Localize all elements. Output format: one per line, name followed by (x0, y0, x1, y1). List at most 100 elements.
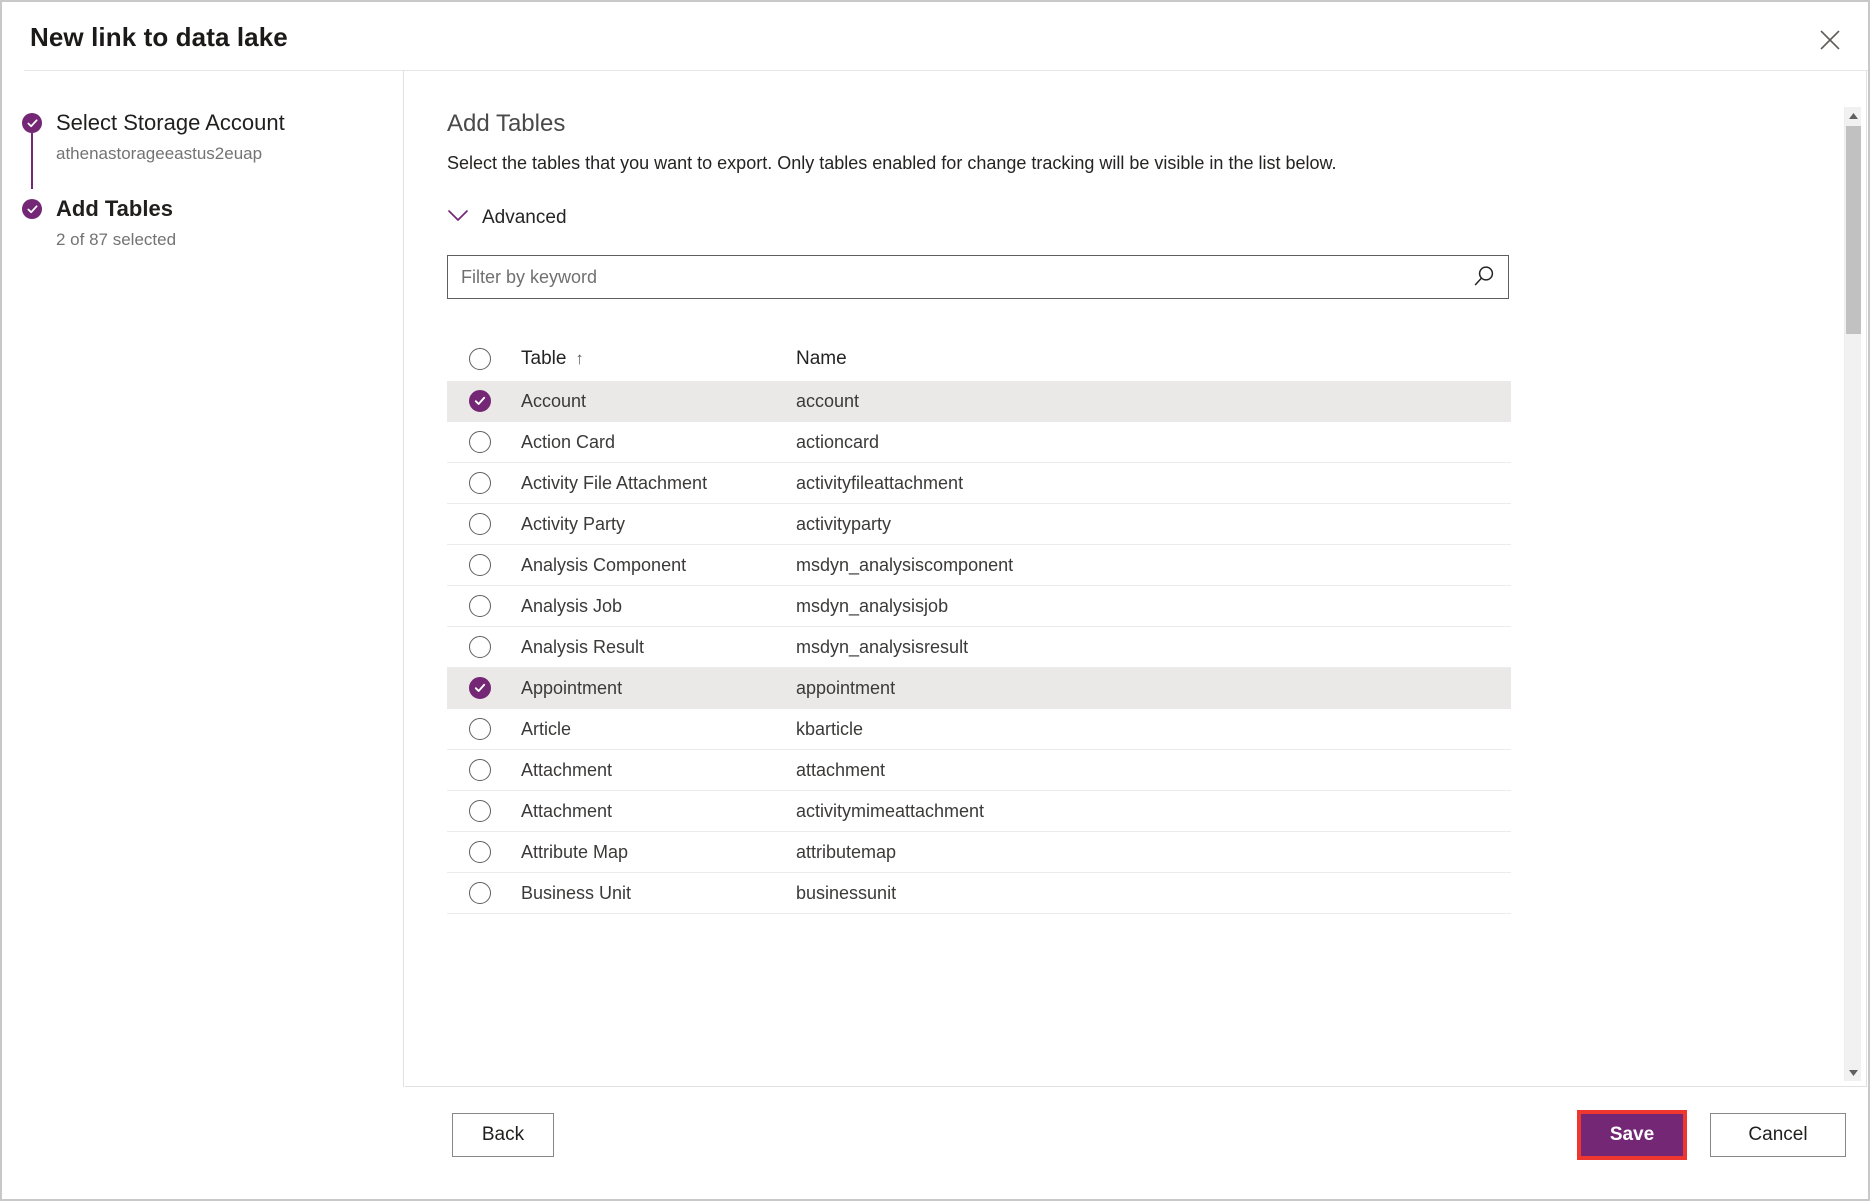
row-table-label: Attachment (521, 760, 796, 781)
table-row[interactable]: Accountaccount (447, 381, 1511, 422)
check-circle-icon (22, 113, 42, 133)
select-all-checkbox-cell (469, 348, 521, 370)
save-button[interactable]: Save (1580, 1113, 1684, 1157)
step-subtitle: 2 of 87 selected (56, 229, 403, 251)
row-name-label: msdyn_analysisjob (796, 596, 1511, 617)
row-name-label: msdyn_analysisresult (796, 637, 1511, 658)
table-row[interactable]: Activity File Attachmentactivityfileatta… (447, 463, 1511, 504)
row-name-label: appointment (796, 678, 1511, 699)
table-row[interactable]: Appointmentappointment (447, 668, 1511, 709)
row-table-label: Appointment (521, 678, 796, 699)
row-table-label: Analysis Result (521, 637, 796, 658)
row-checkbox-cell (469, 595, 521, 617)
table-row[interactable]: Articlekbarticle (447, 709, 1511, 750)
main-panel: Add Tables Select the tables that you wa… (405, 71, 1868, 1087)
row-checkbox[interactable] (469, 472, 491, 494)
row-name-label: actioncard (796, 432, 1511, 453)
table-rows-container: AccountaccountAction CardactioncardActiv… (447, 381, 1511, 914)
search-box (447, 255, 1509, 299)
search-input[interactable] (447, 255, 1509, 299)
row-checkbox-cell (469, 390, 521, 412)
column-header-table[interactable]: Table ↑ (521, 348, 796, 370)
row-checkbox[interactable] (469, 554, 491, 576)
row-name-label: businessunit (796, 883, 1511, 904)
table-row[interactable]: Analysis Componentmsdyn_analysiscomponen… (447, 545, 1511, 586)
row-checkbox[interactable] (469, 841, 491, 863)
scrollbar-thumb[interactable] (1846, 126, 1861, 334)
tables-list: Table↑ Name AccountaccountAction Cardact… (447, 337, 1511, 914)
chevron-down-icon (447, 209, 469, 228)
row-checkbox[interactable] (469, 759, 491, 781)
table-row[interactable]: Business Unitbusinessunit (447, 873, 1511, 914)
row-checkbox-cell (469, 841, 521, 863)
column-header-name[interactable]: Name (796, 348, 1511, 370)
table-row[interactable]: Activity Partyactivityparty (447, 504, 1511, 545)
row-checkbox-cell (469, 759, 521, 781)
cancel-button[interactable]: Cancel (1710, 1113, 1846, 1157)
table-row[interactable]: Analysis Resultmsdyn_analysisresult (447, 627, 1511, 668)
row-checkbox-cell (469, 677, 521, 699)
page-title: New link to data lake (30, 22, 288, 53)
table-header-row: Table ↑ Name (447, 337, 1511, 381)
step-item-select-storage-account[interactable]: Select Storage Account athenastorageeast… (2, 109, 403, 165)
row-checkbox-cell (469, 431, 521, 453)
dialog-footer: Back Save Cancel (2, 1087, 1868, 1199)
advanced-label: Advanced (482, 207, 567, 229)
step-navigation: Select Storage Account athenastorageeast… (2, 71, 404, 1087)
row-checkbox[interactable] (469, 431, 491, 453)
sort-ascending-icon: ↑ (575, 349, 584, 368)
row-name-label: activityfileattachment (796, 473, 1511, 494)
row-checkbox[interactable] (469, 636, 491, 658)
row-name-label: account (796, 391, 1511, 412)
step-item-add-tables[interactable]: Add Tables 2 of 87 selected (2, 195, 403, 251)
row-checkbox[interactable] (469, 800, 491, 822)
row-name-label: kbarticle (796, 719, 1511, 740)
table-row[interactable]: Attribute Mapattributemap (447, 832, 1511, 873)
step-title: Select Storage Account (56, 109, 403, 137)
column-header-table-label: Table (521, 348, 566, 369)
step-connector (31, 133, 33, 189)
row-table-label: Activity Party (521, 514, 796, 535)
row-table-label: Activity File Attachment (521, 473, 796, 494)
dialog-header: New link to data lake (2, 2, 1868, 72)
row-checkbox-checked[interactable] (469, 390, 491, 412)
advanced-toggle[interactable]: Advanced (447, 207, 567, 229)
scroll-up-arrow-icon[interactable] (1845, 107, 1862, 124)
row-checkbox[interactable] (469, 882, 491, 904)
row-name-label: attributemap (796, 842, 1511, 863)
row-table-label: Account (521, 391, 796, 412)
section-description: Select the tables that you want to expor… (447, 151, 1577, 175)
table-row[interactable]: Attachmentattachment (447, 750, 1511, 791)
row-checkbox-cell (469, 513, 521, 535)
row-checkbox[interactable] (469, 513, 491, 535)
row-table-label: Article (521, 719, 796, 740)
row-name-label: activityparty (796, 514, 1511, 535)
main-content: Add Tables Select the tables that you wa… (405, 71, 1868, 1087)
row-checkbox-cell (469, 636, 521, 658)
select-all-checkbox[interactable] (469, 348, 491, 370)
row-table-label: Attachment (521, 801, 796, 822)
row-checkbox-cell (469, 718, 521, 740)
row-checkbox[interactable] (469, 595, 491, 617)
scroll-down-arrow-icon[interactable] (1845, 1064, 1862, 1081)
step-title: Add Tables (56, 195, 403, 223)
check-circle-icon (22, 199, 42, 219)
list-scrollbar[interactable] (1844, 107, 1861, 1081)
search-icon[interactable] (1471, 264, 1497, 290)
row-checkbox[interactable] (469, 718, 491, 740)
table-row[interactable]: Action Cardactioncard (447, 422, 1511, 463)
row-name-label: msdyn_analysiscomponent (796, 555, 1511, 576)
row-checkbox-checked[interactable] (469, 677, 491, 699)
row-table-label: Analysis Component (521, 555, 796, 576)
row-table-label: Analysis Job (521, 596, 796, 617)
row-checkbox-cell (469, 554, 521, 576)
section-heading: Add Tables (447, 109, 1868, 139)
table-row[interactable]: Attachmentactivitymimeattachment (447, 791, 1511, 832)
table-row[interactable]: Analysis Jobmsdyn_analysisjob (447, 586, 1511, 627)
step-subtitle: athenastorageeastus2euap (56, 143, 403, 165)
row-name-label: activitymimeattachment (796, 801, 1511, 822)
dialog-body: Select Storage Account athenastorageeast… (2, 70, 1868, 1087)
row-table-label: Attribute Map (521, 842, 796, 863)
close-icon[interactable] (1810, 20, 1850, 60)
back-button[interactable]: Back (452, 1113, 554, 1157)
